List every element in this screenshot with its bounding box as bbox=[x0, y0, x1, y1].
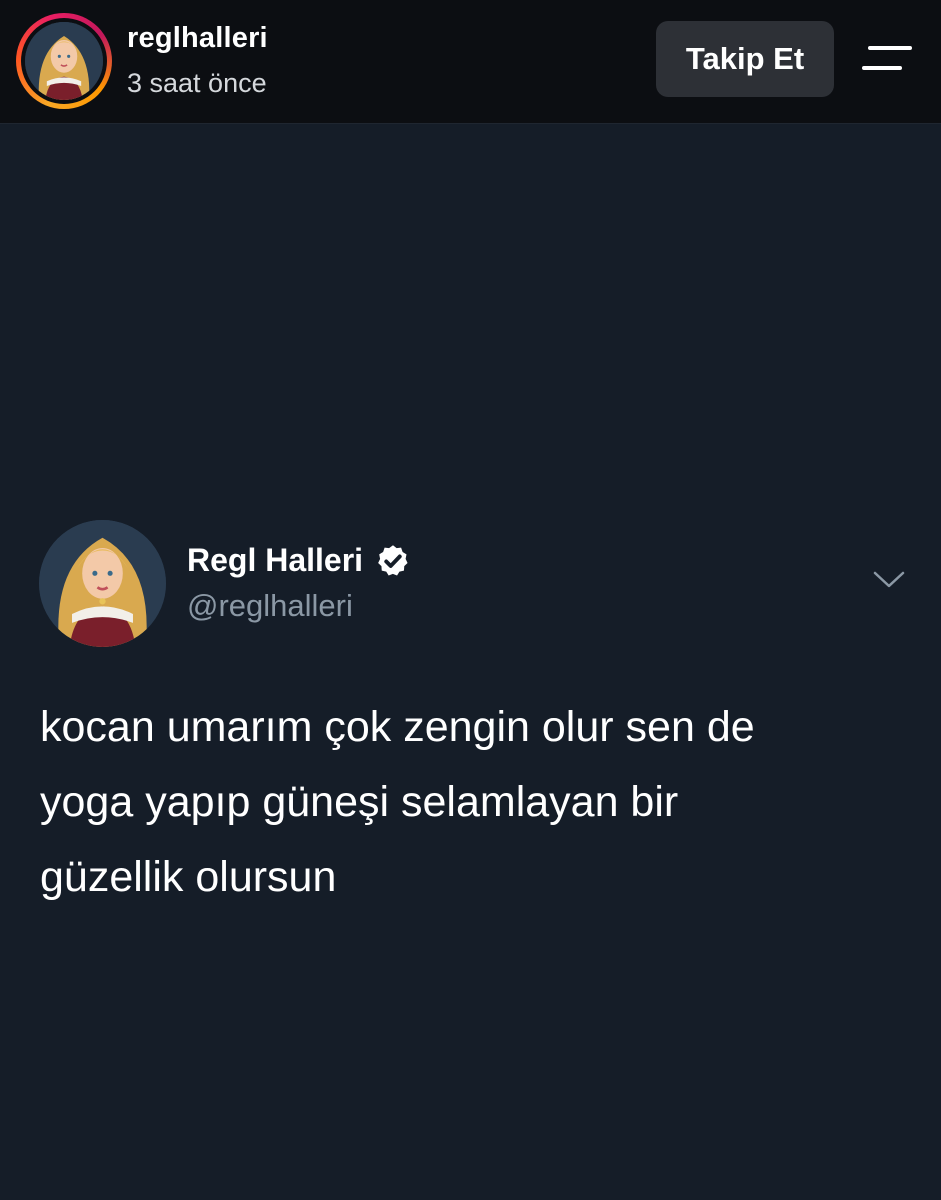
hamburger-menu-icon[interactable] bbox=[862, 44, 912, 74]
tweet-author-avatar[interactable] bbox=[39, 520, 166, 647]
username[interactable]: reglhalleri bbox=[127, 22, 268, 55]
profile-avatar[interactable] bbox=[25, 22, 103, 100]
post-timestamp: 3 saat önce bbox=[127, 68, 267, 98]
story-avatar-ring[interactable] bbox=[16, 13, 112, 109]
tweet-text: kocan umarım çok zengin olur sen de yoga… bbox=[40, 703, 755, 901]
display-name-text: Regl Halleri bbox=[187, 542, 364, 578]
verified-badge-icon bbox=[375, 543, 411, 579]
tweet-display-name[interactable]: Regl Halleri bbox=[187, 542, 411, 579]
tweet-handle[interactable]: @reglhalleri bbox=[187, 588, 353, 624]
follow-button[interactable]: Takip Et bbox=[656, 21, 834, 97]
chevron-down-icon[interactable] bbox=[872, 568, 906, 592]
story-header: reglhalleri 3 saat önce Takip Et bbox=[0, 0, 941, 124]
